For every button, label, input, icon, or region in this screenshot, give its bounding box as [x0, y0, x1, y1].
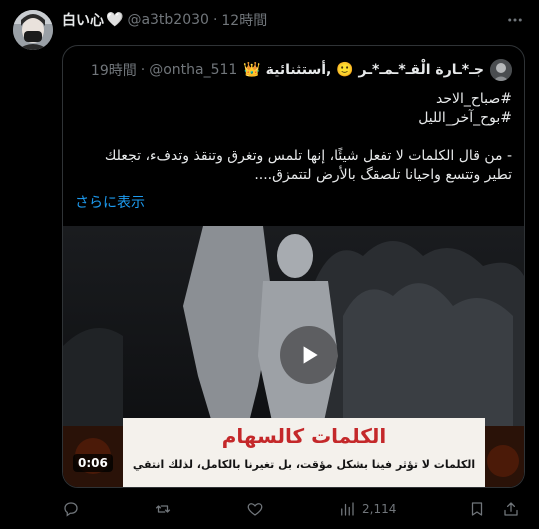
views-icon: [341, 502, 354, 516]
play-button[interactable]: [280, 326, 338, 384]
bookmark-button[interactable]: [468, 498, 486, 520]
reply-icon: [64, 502, 78, 517]
author-handle[interactable]: @a3tb2030: [127, 12, 209, 28]
separator-dot: ·: [212, 12, 218, 28]
heart-emoji: 🤍: [106, 12, 124, 28]
video-caption-banner: الكلمات كالسهام الكلمات لا تؤثر فينا بشك…: [123, 418, 485, 487]
quoted-author-name[interactable]: ﺟـ*ـارة الْقـ*ـمـ*ـر 🙂 ,أستثنائية 👑: [243, 62, 484, 78]
video-duration: 0:06: [73, 454, 113, 472]
video-player[interactable]: الكلمات كالسهام الكلمات لا تؤثر فينا بشك…: [63, 226, 524, 487]
share-icon: [504, 502, 518, 516]
banner-subtitle: الكلمات لا تؤثر فينا بشكل مؤقت، بل تغيرن…: [132, 458, 476, 471]
banner-title: الكلمات كالسهام: [221, 424, 387, 448]
repost-button[interactable]: [154, 498, 172, 520]
quoted-post[interactable]: ﺟـ*ـارة الْقـ*ـمـ*ـر 🙂 ,أستثنائية 👑 @ont…: [62, 45, 525, 488]
more-icon[interactable]: [505, 10, 525, 30]
share-button[interactable]: [502, 498, 520, 520]
views-button[interactable]: 2,114: [338, 498, 396, 520]
play-icon: [303, 346, 318, 364]
reply-button[interactable]: [62, 498, 80, 520]
repost-icon: [155, 505, 171, 513]
quoted-author-handle[interactable]: @ontha_511: [149, 62, 237, 78]
quoted-avatar[interactable]: [490, 59, 512, 81]
views-count: 2,114: [362, 502, 397, 516]
quoted-separator-dot: ·: [140, 62, 146, 78]
quoted-body: - من قال الكلمات لا تفعل شيئًا، إنها تلم…: [104, 148, 512, 183]
author-name[interactable]: 白い心: [62, 10, 104, 30]
bookmark-icon: [471, 502, 483, 516]
show-more-link[interactable]: さらに表示: [75, 192, 145, 212]
author-avatar[interactable]: [13, 10, 53, 50]
post-time[interactable]: 12時間: [221, 10, 267, 30]
quoted-time[interactable]: 19時間: [91, 60, 137, 80]
like-button[interactable]: [246, 498, 264, 520]
action-bar: 2,114: [62, 498, 525, 520]
like-icon: [247, 503, 263, 516]
hashtag[interactable]: #بوح_آخر_الليل: [75, 109, 512, 128]
quoted-header: ﺟـ*ـارة الْقـ*ـمـ*ـر 🙂 ,أستثنائية 👑 @ont…: [75, 59, 512, 81]
post-header: 白い心 🤍 @a3tb2030 · 12時間: [62, 10, 525, 30]
hashtag[interactable]: #صباح_الاحد: [75, 90, 512, 109]
quoted-text: #صباح_الاحد #بوح_آخر_الليل - من قال الكل…: [75, 90, 512, 185]
post[interactable]: 白い心 🤍 @a3tb2030 · 12時間 ﺟـ*ـارة الْقـ*ـمـ…: [0, 0, 539, 529]
